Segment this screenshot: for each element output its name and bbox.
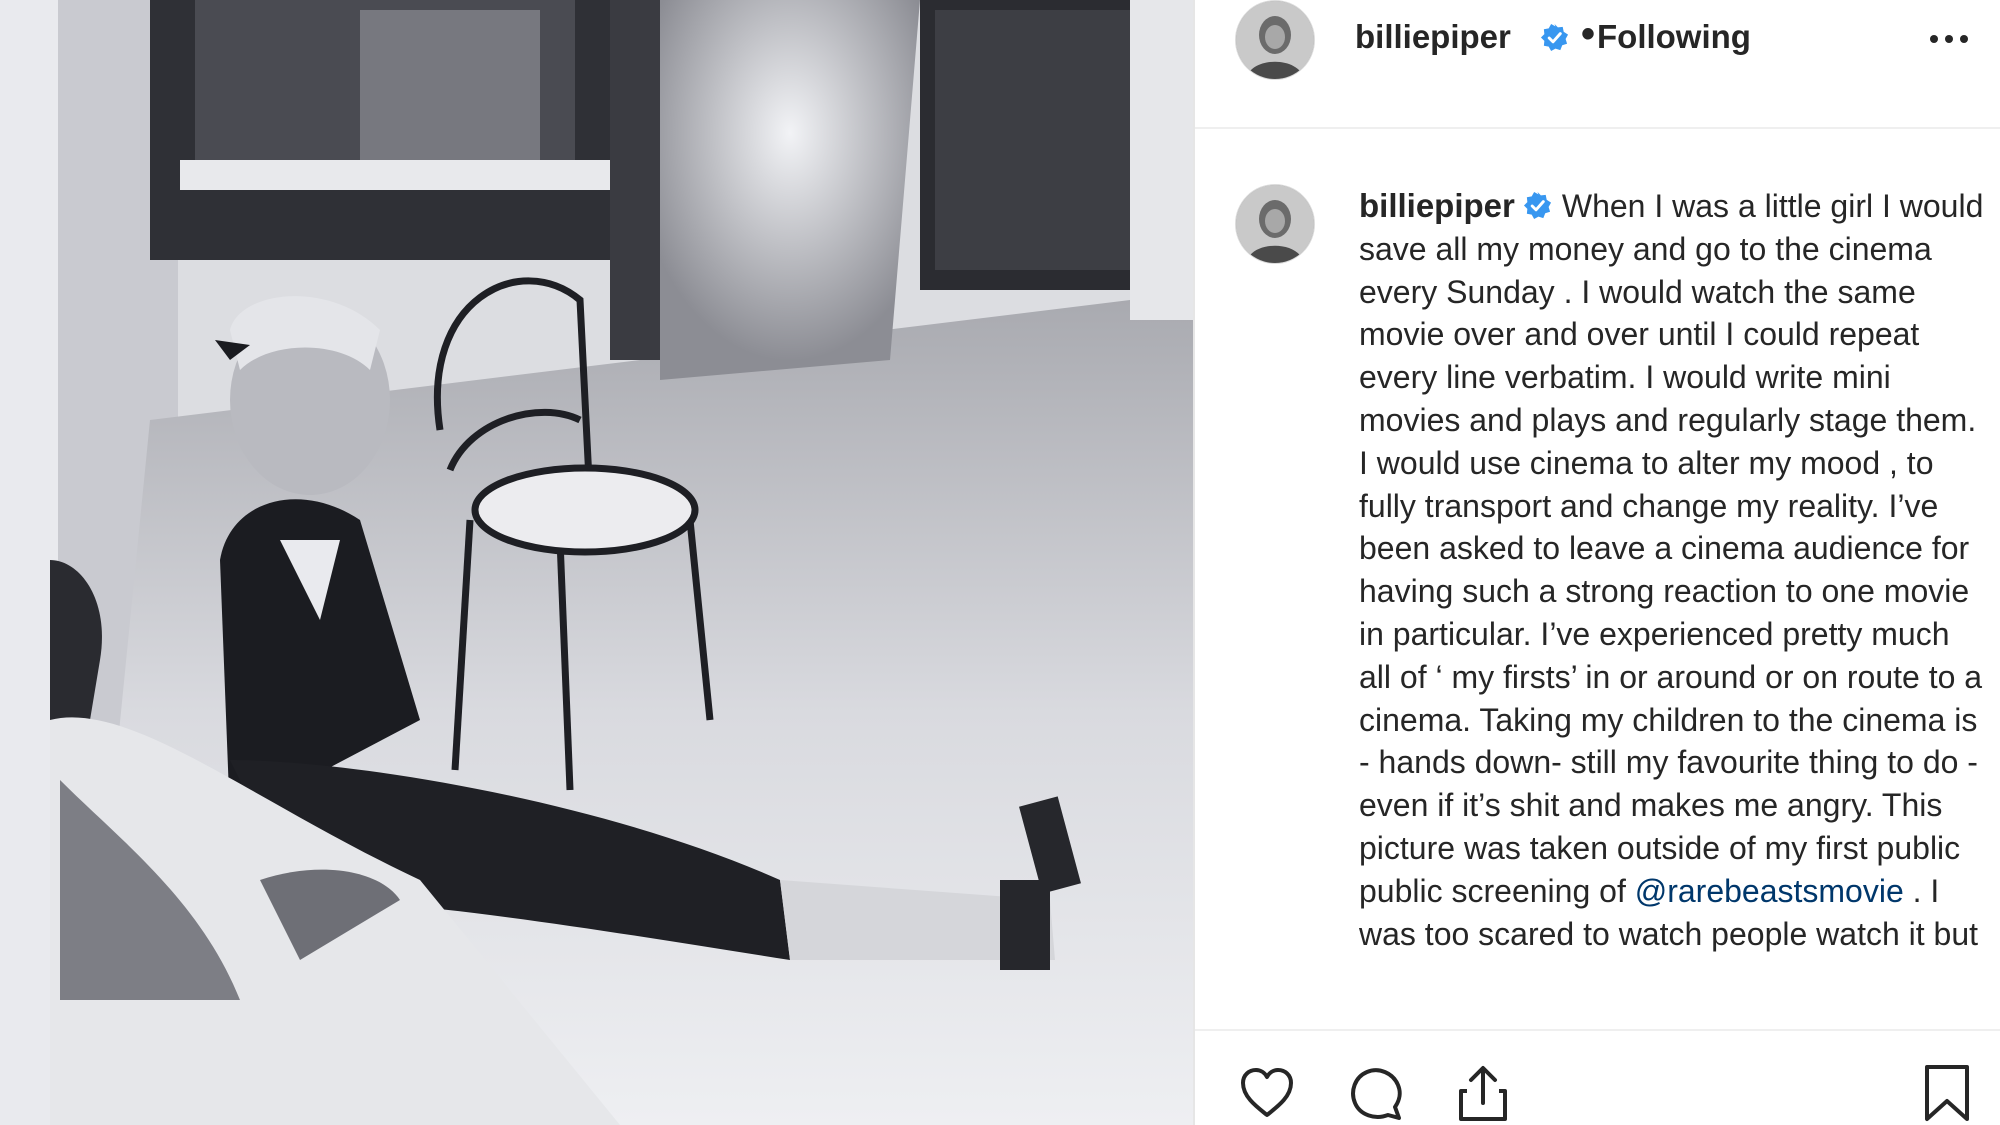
post-header: billiepiper • Following (1195, 0, 2000, 129)
comments-section: billiepiper When I was a little girl I w… (1195, 129, 2000, 1029)
action-bar (1195, 1031, 2000, 1125)
post-details-panel: billiepiper • Following billiepiper When… (1195, 0, 2000, 1125)
following-button[interactable]: Following (1597, 18, 1751, 56)
caption-avatar[interactable] (1235, 184, 1315, 264)
more-options-icon[interactable] (1925, 24, 1973, 54)
mention-link[interactable]: @rarebeastsmovie (1635, 873, 1904, 909)
caption-username[interactable]: billiepiper (1359, 187, 1515, 224)
comment-icon[interactable] (1345, 1063, 1405, 1123)
avatar-image (1236, 185, 1314, 263)
verified-badge-icon (1523, 191, 1551, 220)
post-caption: billiepiper When I was a little girl I w… (1359, 185, 1989, 1029)
avatar[interactable] (1235, 0, 1315, 80)
caption-text: When I was a little girl I would save al… (1359, 188, 1984, 909)
header-username[interactable]: billiepiper (1355, 18, 1511, 56)
bookmark-icon[interactable] (1917, 1063, 1977, 1123)
avatar-image (1236, 1, 1314, 79)
photo-illustration (0, 0, 1193, 1125)
verified-badge-icon (1540, 23, 1569, 52)
separator-dot: • (1581, 12, 1596, 56)
heart-icon[interactable] (1237, 1063, 1297, 1123)
post-photo[interactable] (0, 0, 1193, 1125)
share-icon[interactable] (1453, 1063, 1513, 1123)
